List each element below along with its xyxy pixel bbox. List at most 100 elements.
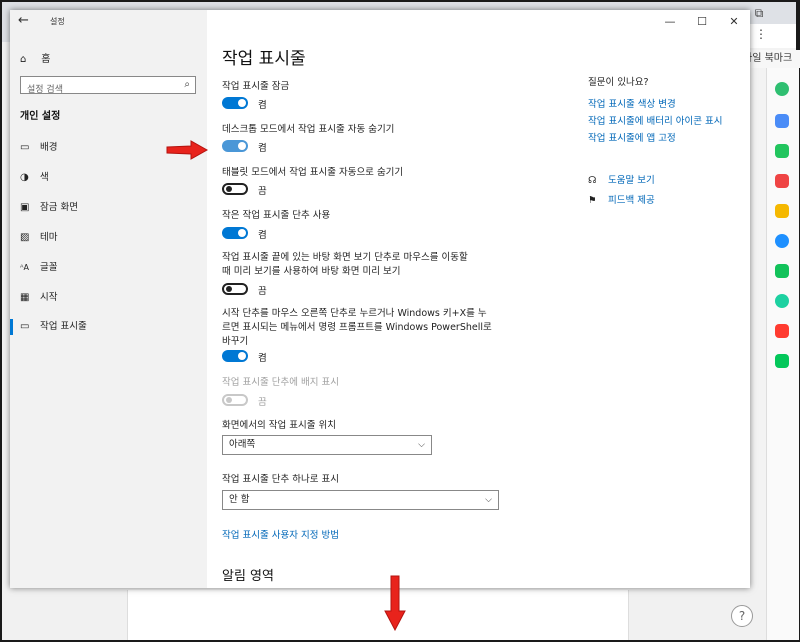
notification-area-title: 알림 영역 [222, 569, 274, 584]
browser-window-controls[interactable]: ⧉ [752, 6, 766, 21]
app-icon[interactable] [775, 82, 789, 96]
setting-label: 작업 표시줄 잠금 [222, 81, 290, 92]
sidebar-home[interactable]: ⌂ 홈 [20, 50, 50, 65]
peek-toggle[interactable] [222, 283, 248, 295]
maximize-button[interactable]: ☐ [686, 11, 718, 33]
setting-label: 바꾸기 [222, 336, 249, 347]
sidebar-item-start[interactable]: ▦ 시작 [20, 288, 57, 308]
page-title: 작업 표시줄 [222, 49, 306, 69]
sidebar-item-label: 글꼴 [40, 262, 58, 273]
app-icon[interactable] [775, 264, 789, 278]
sidebar-item-label: 테마 [40, 232, 58, 243]
lock-taskbar-toggle[interactable] [222, 97, 248, 109]
browser-side-panel [766, 68, 799, 640]
window-controls: — ☐ ✕ [654, 10, 750, 32]
chevron-down-icon: ⌵ [418, 440, 425, 450]
powershell-toggle[interactable] [222, 350, 248, 362]
start-icon: ▦ [20, 292, 30, 303]
restore-icon[interactable]: ⧉ [752, 6, 766, 21]
home-icon: ⌂ [20, 54, 27, 65]
sidebar-item-taskbar[interactable]: ▭ 작업 표시줄 [20, 317, 87, 337]
help-chat-icon: ☊ [588, 175, 597, 186]
active-indicator [10, 319, 13, 335]
sidebar-item-label: 색 [40, 172, 49, 183]
app-icon[interactable] [775, 144, 789, 158]
palette-icon: ◑ [20, 172, 29, 183]
red-arrow-down-icon [384, 575, 406, 631]
select-value: 안 함 [229, 494, 250, 505]
font-icon: ᴬA [20, 263, 29, 272]
search-box[interactable]: ⌕ [20, 76, 196, 98]
combine-buttons-select[interactable]: 안 함 ⌵ [222, 490, 499, 510]
close-button[interactable]: ✕ [718, 11, 750, 33]
feedback-label: 피드백 제공 [608, 195, 655, 206]
link-pin-apps[interactable]: 작업 표시줄에 앱 고정 [588, 130, 676, 144]
get-help-link[interactable]: ☊ 도움말 보기 [588, 172, 655, 186]
toggle-knob [238, 352, 246, 360]
auto-hide-tablet-toggle[interactable] [222, 183, 248, 195]
toggle-knob [238, 142, 246, 150]
title-bar: ← 설정 — ☐ ✕ [10, 10, 750, 32]
get-help-label: 도움말 보기 [608, 175, 655, 186]
search-icon[interactable]: ⌕ [184, 79, 190, 90]
small-buttons-toggle[interactable] [222, 227, 248, 239]
toggle-state: 끔 [258, 397, 267, 408]
taskbar-position-select[interactable]: 아래쪽 ⌵ [222, 435, 432, 455]
theme-icon: ▨ [20, 232, 30, 243]
customize-taskbar-link[interactable]: 작업 표시줄 사용자 지정 방법 [222, 527, 339, 541]
lock-screen-icon: ▣ [20, 202, 30, 213]
feedback-link[interactable]: ⚑ 피드백 제공 [588, 192, 655, 206]
settings-sidebar: ⌂ 홈 ⌕ 개인 설정 ▭배경 ◑색 ▣잠금 화면 ▨테마 ᴬA글꼴 ▦시작 ▭… [10, 10, 207, 588]
link-taskbar-color[interactable]: 작업 표시줄 색상 변경 [588, 96, 676, 110]
app-icon[interactable] [775, 354, 789, 368]
sidebar-item-label: 작업 표시줄 [40, 321, 87, 332]
setting-label: 작은 작업 표시줄 단추 사용 [222, 210, 331, 221]
page-panel [127, 590, 629, 640]
app-icon[interactable] [775, 114, 789, 128]
select-value: 아래쪽 [229, 439, 256, 450]
window-title: 설정 [50, 17, 65, 26]
toggle-knob [226, 186, 232, 192]
toggle-state: 켬 [258, 100, 267, 111]
sidebar-item-color[interactable]: ◑ 색 [20, 168, 49, 188]
feedback-icon: ⚑ [588, 195, 597, 206]
app-icon[interactable] [775, 174, 789, 188]
help-icon[interactable]: ? [731, 605, 753, 627]
sidebar-item-lock-screen[interactable]: ▣ 잠금 화면 [20, 198, 78, 218]
sidebar-item-label: 잠금 화면 [40, 202, 78, 213]
toggle-state: 켬 [258, 353, 267, 364]
link-battery-icon[interactable]: 작업 표시줄에 배터리 아이콘 표시 [588, 113, 722, 127]
chevron-down-icon: ⌵ [485, 495, 492, 505]
toggle-state: 끔 [258, 286, 267, 297]
setting-label: 때 미리 보기를 사용하여 바탕 화면 미리 보기 [222, 266, 401, 277]
toggle-state: 끔 [258, 186, 267, 197]
back-icon[interactable]: ← [18, 13, 29, 28]
app-icon[interactable] [775, 324, 789, 338]
sidebar-item-theme[interactable]: ▨ 테마 [20, 228, 57, 248]
toggle-state: 켬 [258, 143, 267, 154]
browser-toolbar [742, 24, 796, 48]
setting-label: 작업 표시줄 끝에 있는 바탕 화면 보기 단추로 마우스를 이동할 [222, 252, 468, 263]
sidebar-item-fonts[interactable]: ᴬA 글꼴 [20, 258, 57, 278]
toggle-knob [226, 397, 232, 403]
picture-icon: ▭ [20, 142, 30, 153]
taskbar-icon: ▭ [20, 321, 30, 332]
sidebar-item-background[interactable]: ▭ 배경 [20, 138, 57, 158]
setting-label: 태블릿 모드에서 작업 표시줄 자동으로 숨기기 [222, 167, 404, 178]
question-title: 질문이 있나요? [588, 77, 649, 88]
sidebar-item-label: 시작 [40, 292, 58, 303]
auto-hide-desktop-toggle[interactable] [222, 140, 248, 152]
section-title: 개인 설정 [20, 111, 61, 122]
setting-label: 시작 단추를 마우스 오른쪽 단추로 누르거나 Windows 키+X를 누 [222, 308, 487, 319]
toggle-knob [238, 229, 246, 237]
minimize-button[interactable]: — [654, 11, 686, 33]
setting-label: 데스크톱 모드에서 작업 표시줄 자동 숨기기 [222, 124, 395, 135]
toggle-state: 켬 [258, 230, 267, 241]
search-input[interactable] [21, 82, 177, 98]
app-icon[interactable] [775, 204, 789, 218]
app-icon[interactable] [775, 294, 789, 308]
sidebar-home-label: 홈 [41, 54, 51, 65]
app-icon[interactable] [775, 234, 789, 248]
more-icon[interactable]: ⋮ [755, 27, 767, 41]
toggle-knob [226, 286, 232, 292]
